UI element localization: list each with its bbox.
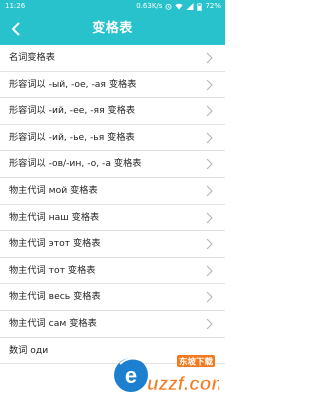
uzzf-watermark-logo: e 东坡下载 uzzf.com (114, 355, 219, 395)
watermark-brand-text: uzzf.com (147, 374, 219, 395)
watermark-badge-text: 东坡下载 (179, 357, 214, 368)
signal-icon (186, 3, 194, 10)
list-item-label: 数词 оди (9, 344, 49, 356)
battery-percent: 72% (205, 2, 221, 10)
list-item[interactable]: 形容词以 -ий, -ье, -ья 变格表 (0, 125, 225, 152)
list-item[interactable]: 形容词以 -ов/-ин, -о, -а 变格表 (0, 151, 225, 178)
list-item[interactable]: 形容词以 -ый, -ое, -ая 变格表 (0, 72, 225, 99)
list-item-label: 物主代词 этот 变格表 (9, 238, 101, 250)
list-item-label: 物主代词 сам 变格表 (9, 317, 97, 329)
svg-text:e: e (125, 363, 137, 388)
list-item[interactable]: 物主代词 сам 变格表 (0, 311, 225, 338)
chevron-right-icon (206, 265, 213, 277)
wifi-icon (175, 3, 184, 10)
list-item[interactable]: 形容词以 -ий, -ее, -яя 变格表 (0, 98, 225, 125)
chevron-right-icon (206, 238, 213, 250)
list-item-label: 物主代词 весь 变格表 (9, 291, 101, 303)
chevron-right-icon (206, 185, 213, 197)
list-item[interactable]: 物主代词 этот 变格表 (0, 231, 225, 258)
declension-list: 名词变格表 形容词以 -ый, -ое, -ая 变格表 形容词以 -ий, -… (0, 45, 225, 365)
chevron-right-icon (206, 291, 213, 303)
list-item-label: 形容词以 -ый, -ое, -ая 变格表 (9, 78, 137, 90)
chevron-right-icon (206, 318, 213, 330)
status-indicators: 0.63K/s 72% (136, 0, 221, 13)
list-item-label: 物主代词 мой 变格表 (9, 184, 98, 196)
app-bar: 变格表 (0, 13, 225, 45)
list-item-label: 物主代词 наш 变格表 (9, 211, 100, 223)
chevron-right-icon (206, 212, 213, 223)
list-item-label: 形容词以 -ов/-ин, -о, -а 变格表 (9, 158, 142, 170)
status-time: 11:26 (5, 2, 26, 10)
chevron-right-icon (206, 52, 213, 64)
list-item[interactable]: 物主代词 мой 变格表 (0, 178, 225, 205)
list-item-label: 名词变格表 (9, 52, 55, 63)
list-item[interactable]: 物主代词 тот 变格表 (0, 258, 225, 285)
list-item[interactable]: 物主代词 весь 变格表 (0, 284, 225, 311)
list-item-label: 形容词以 -ий, -ье, -ья 变格表 (9, 131, 135, 143)
page-title: 变格表 (92, 21, 133, 36)
battery-icon (197, 2, 203, 11)
list-item[interactable]: 名词变格表 (0, 45, 225, 72)
chevron-right-icon (206, 105, 213, 117)
list-item[interactable]: 物主代词 наш 变格表 (0, 205, 225, 232)
chevron-right-icon (206, 159, 213, 170)
status-bar: 11:26 0.63K/s 72% (0, 0, 225, 13)
list-item-label: 物主代词 тот 变格表 (9, 264, 96, 276)
alarm-icon (165, 3, 172, 10)
network-speed: 0.63K/s (136, 2, 163, 10)
chevron-right-icon (206, 132, 213, 144)
list-item-label: 形容词以 -ий, -ее, -яя 变格表 (9, 105, 136, 117)
chevron-right-icon (206, 79, 213, 90)
